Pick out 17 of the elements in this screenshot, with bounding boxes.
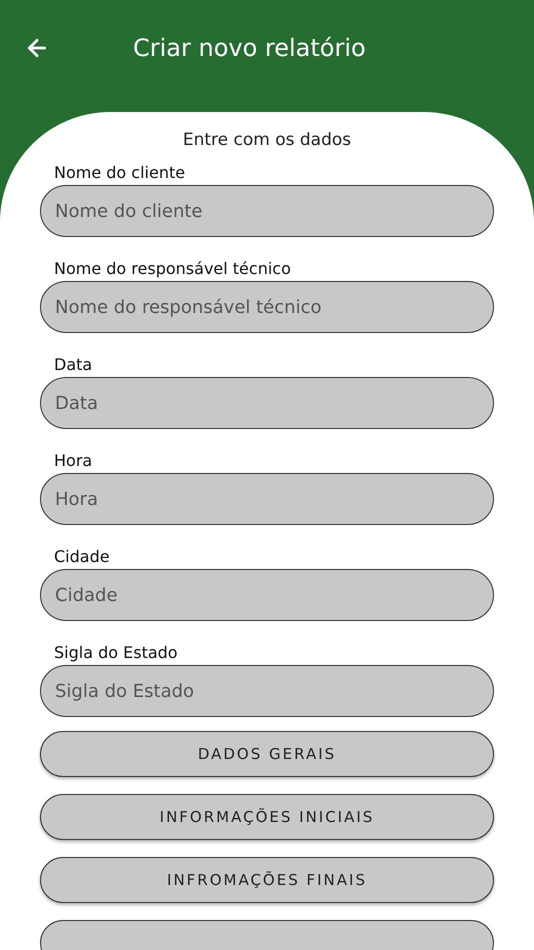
- section-button[interactable]: INFORMAÇÕES INICIAIS: [40, 794, 494, 840]
- field-label: Cidade: [54, 547, 111, 567]
- field-label: Nome do cliente: [54, 163, 186, 183]
- field-label: Hora: [54, 451, 94, 471]
- input-field[interactable]: Nome do cliente: [40, 185, 494, 237]
- input-field[interactable]: Sigla do Estado: [40, 665, 494, 717]
- app-bar-title: Criar novo relatório: [133, 33, 366, 64]
- field-label: Data: [54, 355, 94, 375]
- input-field[interactable]: Nome do responsável técnico: [40, 281, 494, 333]
- input-field[interactable]: Data: [40, 377, 494, 429]
- section-button[interactable]: INFROMAÇÕES FINAIS: [40, 857, 494, 903]
- input-field[interactable]: Cidade: [40, 569, 494, 621]
- field-label: Nome do responsável técnico: [54, 259, 292, 279]
- form-heading: Entre com os dados: [182, 129, 352, 152]
- section-button[interactable]: DADOS GERAIS: [40, 731, 494, 777]
- field-label: Sigla do Estado: [54, 643, 179, 663]
- input-field[interactable]: Hora: [40, 473, 494, 525]
